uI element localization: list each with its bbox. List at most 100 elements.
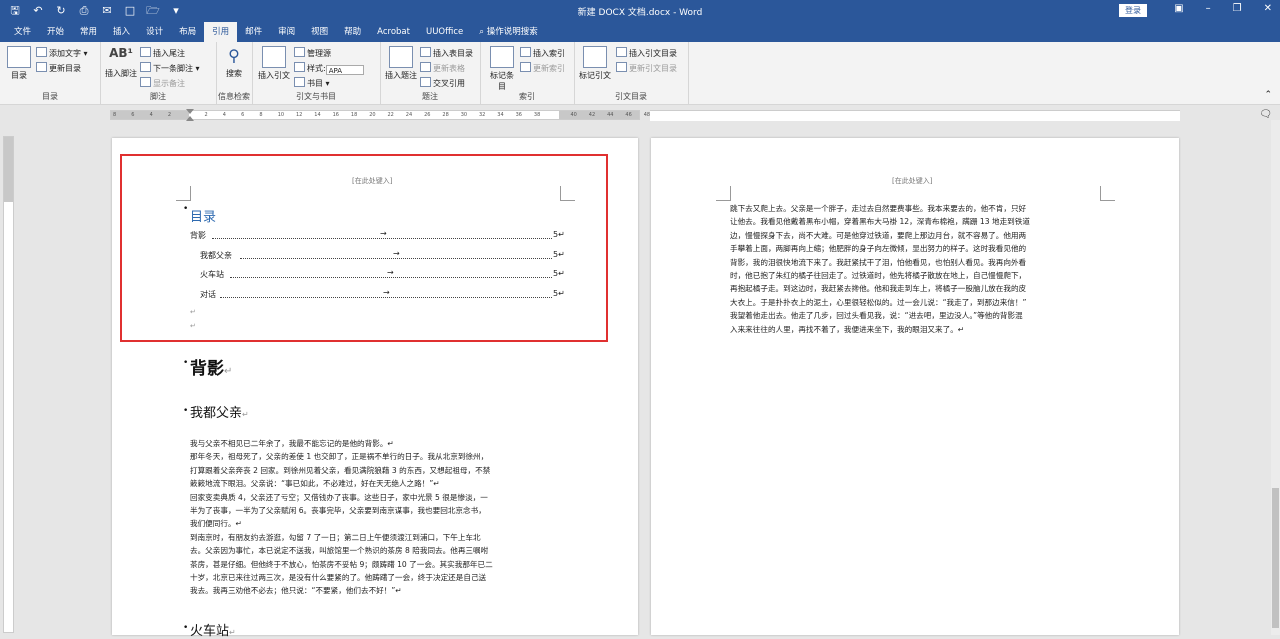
insert-citation-icon [262,46,286,68]
page2-body-text[interactable]: 跳下去又爬上去。父亲是一个胖子，走过去自然要费事些。我本来要去的，他不肯，只好让… [730,202,1030,336]
insert-table-of-figures-button[interactable]: 插入表目录 [420,47,473,59]
toc-entry[interactable]: 对话 [200,289,216,300]
page2-header-placeholder[interactable]: [在此处键入] [892,176,932,186]
tab-4[interactable]: 设计 [138,22,171,42]
insert-index-icon [520,47,531,57]
vertical-scrollbar[interactable] [1271,120,1280,635]
update-toc-icon [36,62,47,72]
show-notes-button[interactable]: 显示备注 [140,77,185,89]
ruler-tick-label: 38 [533,112,541,118]
next-footnote-button[interactable]: 下一条脚注 ▾ [140,62,200,74]
text-line: 手攀着上面，两脚再向上缩；他肥胖的身子向左微倾，显出努力的样子。这时我看见他的 [730,244,1027,254]
restore-icon[interactable]: ❐ [1233,3,1242,14]
text-line: 大衣上。于是扑扑衣上的泥土，心里很轻松似的。过一会儿说：“我走了，到那边来信！” [730,297,1027,307]
add-text-button[interactable]: 添加文字 ▾ [36,47,88,59]
manage-sources-button[interactable]: 管理源 [294,47,331,59]
window-controls: ▣ – ❐ ✕ [1174,3,1272,14]
heading-beiying[interactable]: 背影↵ [190,354,232,379]
toc-title[interactable]: 目录 [190,206,216,225]
insert-index-button[interactable]: 插入索引 [520,47,565,59]
scrollbar-thumb[interactable] [1272,488,1279,628]
ruler-tick-label: 30 [460,112,468,118]
text-line: 我们便同行。↵ [190,519,242,529]
insert-citation-button[interactable]: 插入引文 [256,46,292,81]
ribbon-display-options-icon[interactable]: ▣ [1174,3,1183,14]
heading-huochezhan[interactable]: 火车站↵ [190,620,236,639]
hanging-indent-marker[interactable] [186,116,194,121]
mark-citation-button[interactable]: 标记引文 [578,46,612,81]
text-line: 再抱起橘子走。到这边时，我赶紧去搀他。他和我走到车上，将橘子一股脑儿放在我的皮 [730,284,1027,294]
tab-10[interactable]: 帮助 [336,22,369,42]
heading-wodu-fuqin[interactable]: 我都父亲↵ [190,402,249,421]
update-toc-button[interactable]: 更新目录 [36,62,81,74]
ruler-tick-label: 40 [570,112,577,118]
update-toa-icon [616,62,627,72]
update-index-button[interactable]: 更新索引 [520,62,565,74]
ruler-tick-label: 6 [131,112,135,118]
tab-11[interactable]: Acrobat [369,22,418,42]
insert-endnote-button[interactable]: 插入尾注 [140,47,185,59]
horizontal-ruler[interactable]: 8 6 4 2 2 4 6 8 10 12 14 16 18 20 22 24 26 28 30 32 34 36 38 40… [110,109,650,121]
research-group: ⚲ 搜索 信息检索 [216,42,253,104]
authorities-group-label: 引文目录 [615,92,647,101]
ruler-tick-label: 26 [424,112,431,118]
tab-arrow-mark: → [383,288,390,297]
paragraph-mark: ↵ [190,322,196,330]
tab-12[interactable]: UUOffice [418,22,471,42]
search-button[interactable]: ⚲ 搜索 [222,46,246,79]
tab-9[interactable]: 视图 [303,22,336,42]
document-title: 新建 DOCX 文档.docx - Word [577,8,703,18]
ruler-tick-label: 4 [222,112,226,118]
tab-13[interactable]: ⌕ 操作说明搜索 [471,22,545,42]
tab-6[interactable]: 引用 [204,22,238,42]
text-line: 我望着他走出去。他走了几步，回过头看见我，说：“进去吧，里边没人。”等他的背影混 [730,311,1023,321]
insert-footnote-button[interactable]: AB¹ 插入脚注 [104,46,138,79]
ruler-tick-label: 16 [332,112,339,118]
tab-3[interactable]: 插入 [105,22,138,42]
first-line-indent-marker[interactable] [186,109,194,114]
text-line: 回家变卖典质 4，父亲还了亏空；又借钱办了丧事。这些日子，家中光景 5 很是惨淡… [190,492,488,502]
cross-reference-button[interactable]: 交叉引用 [420,77,465,89]
toc-entry[interactable]: 火车站 [200,269,224,280]
toc-button[interactable]: 目录 [6,46,32,81]
update-table-button[interactable]: 更新表格 [420,62,465,74]
vertical-ruler[interactable] [3,136,14,633]
toc-entry[interactable]: 背影 [190,230,206,241]
tab-8[interactable]: 审阅 [270,22,303,42]
bibliography-button[interactable]: 书目 ▾ [294,77,330,89]
text-line: 边，慢慢探身下去，尚不大难。可是他穿过铁道，要爬上那边月台，就不容易了。他用两 [730,230,1027,240]
mark-entry-button[interactable]: 标记条目 [488,46,516,92]
page1-body-text[interactable]: 我与父亲不相见已二年余了，我最不能忘记的是他的背影。↵ 那年冬天，祖母死了，父亲的… [190,437,493,598]
close-icon[interactable]: ✕ [1264,3,1272,14]
update-toa-button[interactable]: 更新引文目录 [616,62,677,74]
ruler-tick-label: 28 [442,112,449,118]
authorities-group: 标记引文 插入引文目录 更新引文目录 引文目录 [574,42,689,104]
insert-toa-button[interactable]: 插入引文目录 [616,47,677,59]
text-line: 我去。我再三劝他不必去；他只说：“不要紧，他们去不好！”↵ [190,586,402,596]
ruler-tick-label: 34 [497,112,504,118]
login-button[interactable]: 登录 [1119,4,1147,17]
tab-0[interactable]: 文件 [6,22,39,42]
citation-group-label: 引文与书目 [296,92,336,101]
ruler-tick-label: 2 [204,112,208,118]
tab-7[interactable]: 邮件 [237,22,270,42]
ruler-tick-label: 8 [259,112,263,118]
collapse-ribbon-icon[interactable]: ⌃ [1264,90,1272,100]
ruler-tick-label: 32 [479,112,486,118]
citation-style-select[interactable]: 样式: APA [294,62,364,75]
ruler-tick-label: 18 [350,112,358,118]
heading2-bullet: • [183,406,189,416]
horizontal-ruler-page2 [650,110,1180,121]
ruler-tick-label: 22 [387,112,394,118]
toc-entry[interactable]: 我都父亲 [200,250,232,261]
index-group-label: 索引 [519,92,535,101]
comments-icon[interactable]: 🗨 [1259,109,1272,120]
insert-caption-button[interactable]: 插入题注 [384,46,418,81]
tab-1[interactable]: 开始 [39,22,72,42]
minimize-icon[interactable]: – [1206,3,1211,14]
tab-2[interactable]: 常用 [72,22,105,42]
toc-page-number: 5↵ [553,269,565,278]
tab-5[interactable]: 布局 [171,22,204,42]
citation-style-value[interactable]: APA [325,65,364,75]
caption-group-label: 题注 [422,92,438,101]
